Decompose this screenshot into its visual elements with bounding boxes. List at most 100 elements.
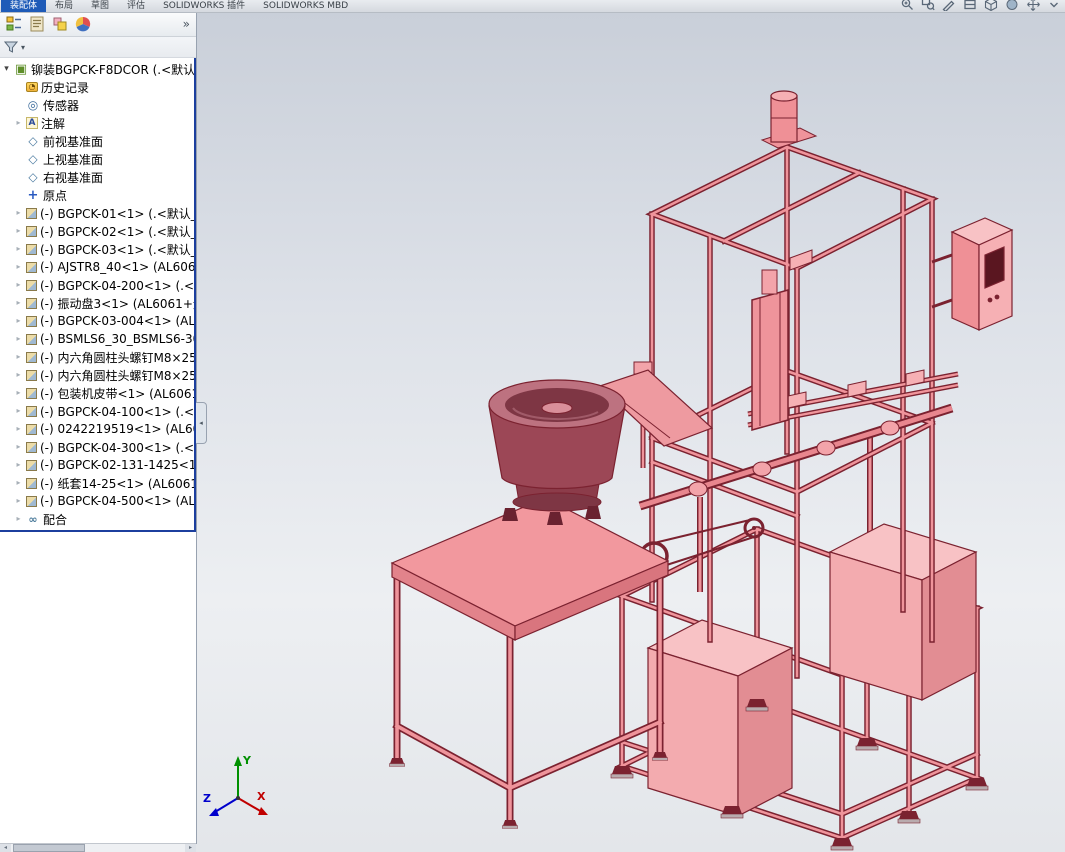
zoom-window-icon[interactable] <box>921 0 935 12</box>
tree-item-label: (-) 包装机皮带<1> (AL6061+ <box>40 386 194 401</box>
zoom-in-icon[interactable] <box>900 0 914 12</box>
tree-item[interactable]: ▸ (-) 内六角圆柱头螺钉M8×25[ <box>0 348 194 366</box>
expand-chevron-icon[interactable]: ▸ <box>14 245 23 253</box>
expand-chevron-icon[interactable]: ▸ <box>14 371 23 379</box>
expand-chevron-icon[interactable]: ▸ <box>14 299 23 307</box>
display-manager-icon[interactable] <box>75 16 91 32</box>
expand-chevron-icon[interactable]: ▸ <box>14 497 23 505</box>
tree-item-icon <box>26 369 37 381</box>
command-tab[interactable]: SOLIDWORKS MBD <box>254 0 357 12</box>
panel-tab-bar: » <box>0 12 196 37</box>
tree-item[interactable]: ▸ (-) 振动盘3<1> (AL6061+无电 <box>0 294 194 312</box>
tree-item[interactable]: 传感器 <box>0 96 194 114</box>
tree-item[interactable]: 前视基准面 <box>0 132 194 150</box>
command-tab[interactable]: 草图 <box>82 0 118 12</box>
tree-item[interactable]: ▸ (-) BGPCK-04-300<1> (.<默 <box>0 438 194 456</box>
view-orientation-icon[interactable] <box>1026 0 1040 12</box>
stack-cylinder[interactable] <box>760 90 818 149</box>
tree-item[interactable]: ▸ (-) 纸套14-25<1> (AL6061+ <box>0 474 194 492</box>
propertymanager-icon[interactable] <box>29 16 45 32</box>
solidworks-window: { "colors": { "accent_navy": "#1c3f9e", … <box>0 0 1065 852</box>
command-bar: 装配体 布局 草图 评估 SOLIDWORKS 插件 SOLIDWORKS MB… <box>0 0 1065 13</box>
expand-chevron-icon[interactable]: ▸ <box>14 227 23 235</box>
command-tab[interactable]: 评估 <box>118 0 154 12</box>
tree-item-icon <box>26 405 37 417</box>
triad-x-label: X <box>257 790 266 803</box>
tree-item[interactable]: ▸ (-) BGPCK-04-200<1> (.<默 <box>0 276 194 294</box>
shaded-view-icon[interactable] <box>1005 0 1019 12</box>
expand-chevron-icon[interactable]: ▸ <box>14 353 23 361</box>
tree-item[interactable]: ▸ (-) BGPCK-04-100<1> (.<默 <box>0 402 194 420</box>
expand-chevron-icon[interactable]: ▸ <box>14 209 23 217</box>
tree-item-icon <box>26 82 38 92</box>
measure-icon[interactable] <box>942 0 956 12</box>
expand-chevron-icon[interactable]: ▸ <box>14 443 23 451</box>
tree-item[interactable]: 上视基准面 <box>0 150 194 168</box>
panel-tabs-overflow[interactable]: » <box>183 18 190 30</box>
scrollbar-track[interactable] <box>85 844 185 852</box>
tree-item-label: 原点 <box>43 188 68 203</box>
tree-item-label: 前视基准面 <box>43 134 104 149</box>
scroll-left-arrow-icon[interactable]: ◂ <box>0 844 11 852</box>
expand-chevron-icon[interactable]: ▸ <box>14 281 23 289</box>
scroll-right-arrow-icon[interactable]: ▸ <box>185 844 196 852</box>
tree-item-label: (-) 振动盘3<1> (AL6061+无电 <box>40 296 194 311</box>
tree-item-icon <box>26 333 37 345</box>
view-toolbar <box>900 0 1061 12</box>
tree-item[interactable]: ▸ (-) BGPCK-03-004<1> (AL60 <box>0 312 194 330</box>
tree-root-label: 铆装BGPCK-F8DCOR (.<默认_显 <box>31 62 194 77</box>
tree-filter[interactable]: ▾ <box>0 37 196 58</box>
expand-chevron-icon[interactable]: ▸ <box>14 461 23 469</box>
command-tab[interactable]: 装配体 <box>1 0 47 12</box>
more-options-icon[interactable] <box>1047 0 1061 12</box>
tree-item[interactable]: ▸ (-) BGPCK-04-500<1> (AL60 <box>0 492 194 510</box>
filter-dropdown-arrow[interactable]: ▾ <box>21 43 25 52</box>
expand-chevron-icon[interactable]: ▸ <box>14 335 23 343</box>
tree-item[interactable]: ▸ 配合 <box>0 510 194 528</box>
featuremanager-tree-icon[interactable] <box>6 16 22 32</box>
expand-chevron-icon[interactable]: ▸ <box>14 407 23 415</box>
vertical-slide-unit[interactable] <box>751 269 789 431</box>
expand-chevron-icon[interactable]: ▸ <box>14 119 23 127</box>
tree-item[interactable]: 原点 <box>0 186 194 204</box>
expand-chevron-icon[interactable]: ▸ <box>14 389 23 397</box>
wireframe-view-icon[interactable] <box>984 0 998 12</box>
control-box[interactable] <box>931 217 1014 331</box>
expand-chevron-icon[interactable]: ▸ <box>14 425 23 433</box>
tree-item[interactable]: 右视基准面 <box>0 168 194 186</box>
tree-item[interactable]: ▸ (-) BGPCK-02-131-1425<1> <box>0 456 194 474</box>
tree-item[interactable]: ▸ (-) BGPCK-02<1> (.<默认_显 <box>0 222 194 240</box>
tree-item[interactable]: ▸ (-) 内六角圆柱头螺钉M8×25[ <box>0 366 194 384</box>
tree-item[interactable]: ▸ 注解 <box>0 114 194 132</box>
configuration-manager-icon[interactable] <box>52 16 68 32</box>
work-table[interactable] <box>389 497 670 829</box>
tree-item[interactable]: ▸ (-) 0242219519<1> (AL6061 <box>0 420 194 438</box>
tree-item-icon <box>26 387 37 399</box>
tree-item[interactable]: ▸ (-) 包装机皮带<1> (AL6061+ <box>0 384 194 402</box>
tree-horizontal-scrollbar[interactable]: ◂ ▸ <box>0 843 196 852</box>
tree-item-label: (-) BGPCK-02<1> (.<默认_显 <box>40 224 194 239</box>
scrollbar-thumb[interactable] <box>13 844 85 852</box>
expand-chevron-icon[interactable]: ▸ <box>14 317 23 325</box>
command-tab[interactable]: SOLIDWORKS 插件 <box>154 0 254 12</box>
tree-item-icon <box>26 225 37 237</box>
expand-chevron-icon[interactable]: ▸ <box>14 515 23 523</box>
panel-collapse-handle[interactable]: ◂ <box>196 402 207 444</box>
bowl-feeder[interactable] <box>488 379 626 525</box>
hopper-box-left[interactable] <box>646 619 794 817</box>
tree-item[interactable]: ▸ (-) BGPCK-01<1> (.<默认_显 <box>0 204 194 222</box>
tree-item-label: (-) BGPCK-04-200<1> (.<默 <box>40 278 194 293</box>
expand-chevron-icon[interactable]: ▸ <box>14 479 23 487</box>
tree-item-label: 右视基准面 <box>43 170 104 185</box>
tree-root-item[interactable]: ▾ 铆装BGPCK-F8DCOR (.<默认_显 <box>0 60 194 78</box>
expand-chevron-icon[interactable]: ▸ <box>14 263 23 271</box>
tree-item[interactable]: ▸ (-) AJSTR8_40<1> (AL6061+ <box>0 258 194 276</box>
command-tab[interactable]: 布局 <box>46 0 82 12</box>
tree-item[interactable]: ▸ (-) BSMLS6_30_BSMLS6-30 <box>0 330 194 348</box>
tree-item[interactable]: ▸ (-) BGPCK-03<1> (.<默认_显 <box>0 240 194 258</box>
expand-chevron-icon[interactable]: ▾ <box>2 64 11 74</box>
tree-item-icon <box>26 441 37 453</box>
section-view-icon[interactable] <box>963 0 977 12</box>
tree-item[interactable]: 历史记录 <box>0 78 194 96</box>
tree-item-icon <box>26 423 37 435</box>
